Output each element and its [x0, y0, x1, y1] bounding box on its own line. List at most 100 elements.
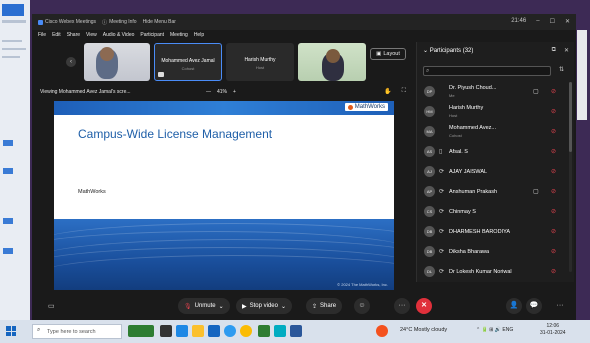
hand-icon[interactable]: ✋: [384, 88, 391, 95]
more-panels-button[interactable]: ···: [552, 298, 568, 314]
mathworks-logo-icon: [347, 104, 353, 110]
widgets-icon[interactable]: [128, 325, 154, 337]
video-tile-3[interactable]: Harish Murthy Host: [226, 43, 294, 81]
participant-row[interactable]: DB ⟳ Diksha Bharawa ⊘: [417, 242, 575, 262]
background-window-left: [0, 0, 30, 320]
desktop: Cisco Webex Meetings ⓘ Meeting Info Hide …: [0, 0, 590, 343]
mail-icon[interactable]: [176, 325, 188, 337]
notification-app-icon[interactable]: [376, 325, 388, 337]
muted-mic-icon[interactable]: ⊘: [551, 128, 556, 135]
participant-row[interactable]: AJ ⟳ AJAY JAISWAL ⊘: [417, 162, 575, 182]
chevron-down-icon[interactable]: ⌄: [281, 303, 286, 310]
task-view-icon[interactable]: [160, 325, 172, 337]
participants-panel: ⌄ Participants (32) ⧉ ✕ ⌕ ⇅ DP Dr. Piyus…: [416, 42, 574, 282]
microphone-icon: [158, 72, 164, 77]
stop-video-button[interactable]: ▶ Stop video ⌄: [236, 298, 293, 314]
muted-mic-icon[interactable]: ⊘: [551, 148, 556, 155]
taskbar-clock[interactable]: 12:06 31-01-2024: [540, 323, 566, 337]
hide-menu-bar-button[interactable]: Hide Menu Bar: [143, 19, 176, 25]
participant-row[interactable]: MA Mohammed Avez... Cohost ⊘: [417, 122, 575, 142]
more-options-button[interactable]: ···: [394, 298, 410, 314]
strip-prev-button[interactable]: ‹: [66, 57, 76, 67]
taskbar-search-input[interactable]: ⌕ Type here to search: [32, 324, 122, 339]
participant-row[interactable]: DP Dr. Piyush Choud... Me ▢ ⊘: [417, 82, 575, 102]
avatar: AP: [424, 186, 435, 197]
participant-name: Dr Lokesh Kumar Noriwal: [449, 269, 512, 275]
participant-role: Me: [449, 93, 455, 98]
muted-mic-icon: 🎙: [184, 303, 192, 310]
app-icon[interactable]: [274, 325, 286, 337]
participant-scrollbar[interactable]: [569, 82, 572, 272]
avatar: AJ: [424, 166, 435, 177]
menu-view[interactable]: View: [86, 32, 97, 38]
video-tile-2[interactable]: Mohammed Avez Jamal Cohost: [154, 43, 222, 81]
windows-start-icon[interactable]: [6, 326, 16, 336]
layout-button[interactable]: ▣ Layout: [370, 48, 406, 60]
webex-taskbar-icon[interactable]: [258, 325, 270, 337]
muted-mic-icon[interactable]: ⊘: [551, 268, 556, 275]
participant-row[interactable]: DL ⟳ Dr Lokesh Kumar Noriwal ⊘: [417, 262, 575, 282]
muted-mic-icon[interactable]: ⊘: [551, 168, 556, 175]
participants-button[interactable]: 👤: [506, 298, 522, 314]
participant-row[interactable]: CS ⟳ Chinmay S ⊘: [417, 202, 575, 222]
meeting-info-button[interactable]: ⓘ Meeting Info: [102, 19, 137, 26]
menu-help[interactable]: Help: [194, 32, 204, 38]
participant-row[interactable]: AP ⟳ Anshuman Prakash ▢ ⊘: [417, 182, 575, 202]
menu-participant[interactable]: Participant: [140, 32, 164, 38]
chevron-down-icon[interactable]: ⌄: [423, 48, 430, 54]
close-panel-icon[interactable]: ✕: [564, 47, 569, 54]
participant-row[interactable]: HM Harish Murthy Host ⊘: [417, 102, 575, 122]
zoom-in-button[interactable]: +: [233, 89, 236, 95]
mathworks-logo: MathWorks: [344, 103, 388, 111]
muted-mic-icon[interactable]: ⊘: [551, 108, 556, 115]
store-icon[interactable]: [208, 325, 220, 337]
menu-file[interactable]: File: [38, 32, 46, 38]
popout-icon[interactable]: ⧉: [552, 47, 556, 54]
share-button[interactable]: ⇪ Share: [306, 298, 343, 314]
muted-mic-icon[interactable]: ⊘: [551, 248, 556, 255]
slide-copyright: © 2024 The MathWorks, Inc.: [337, 282, 388, 287]
chrome-icon[interactable]: [240, 325, 252, 337]
app-title: Cisco Webex Meetings: [38, 19, 96, 25]
zoom-out-button[interactable]: —: [206, 89, 211, 95]
end-meeting-button[interactable]: ✕: [416, 298, 432, 314]
video-icon: ▢: [533, 89, 539, 95]
connecting-icon: ⟳: [439, 229, 445, 235]
muted-mic-icon[interactable]: ⊘: [551, 88, 556, 95]
menu-share[interactable]: Share: [67, 32, 80, 38]
video-tile-1[interactable]: [84, 43, 150, 81]
menu-meeting[interactable]: Meeting: [170, 32, 188, 38]
file-explorer-icon[interactable]: [192, 325, 204, 337]
menu-audio-video[interactable]: Audio & Video: [103, 32, 135, 38]
participant-row[interactable]: DB ⟳ DHARMESH BARODIYA ⊘: [417, 222, 575, 242]
edge-icon[interactable]: [224, 325, 236, 337]
system-tray[interactable]: ⌃ 🔋 ⊞ 🔊 ENG: [476, 327, 513, 333]
phone-icon: ▯: [439, 149, 443, 155]
menu-edit[interactable]: Edit: [52, 32, 61, 38]
word-icon[interactable]: [290, 325, 302, 337]
muted-mic-icon[interactable]: ⊘: [551, 228, 556, 235]
fullscreen-icon[interactable]: ⛶: [402, 88, 406, 95]
avatar: DL: [424, 266, 435, 277]
clock-time: 12:06: [546, 323, 560, 329]
title-bar: Cisco Webex Meetings ⓘ Meeting Info Hide …: [32, 14, 576, 30]
minimize-button[interactable]: –: [536, 18, 539, 25]
muted-mic-icon[interactable]: ⊘: [551, 208, 556, 215]
sort-icon[interactable]: ⇅: [559, 66, 564, 73]
captions-icon[interactable]: ▭: [48, 302, 55, 310]
muted-mic-icon[interactable]: ⊘: [551, 188, 556, 195]
windows-taskbar: ⌕ Type here to search 24°C Mostly cloudy…: [0, 320, 590, 343]
chat-button[interactable]: 💬: [526, 298, 542, 314]
video-strip: ‹ Mohammed Avez Jamal Cohost Harish Murt…: [32, 40, 412, 92]
participant-row[interactable]: AS ▯ Afsal. S ⊘: [417, 142, 575, 162]
clock-date: 31-01-2024: [540, 330, 566, 336]
unmute-button[interactable]: 🎙 Unmute ⌄: [178, 298, 230, 314]
participants-title: ⌄ Participants (32): [423, 48, 474, 54]
close-window-button[interactable]: ✕: [565, 18, 570, 25]
participant-search-input[interactable]: ⌕: [423, 66, 551, 76]
chevron-down-icon[interactable]: ⌄: [219, 303, 224, 310]
video-tile-4[interactable]: [298, 43, 366, 81]
weather-widget[interactable]: 24°C Mostly cloudy: [400, 327, 447, 333]
maximize-button[interactable]: ☐: [550, 18, 555, 25]
reactions-button[interactable]: ☺: [354, 298, 370, 314]
